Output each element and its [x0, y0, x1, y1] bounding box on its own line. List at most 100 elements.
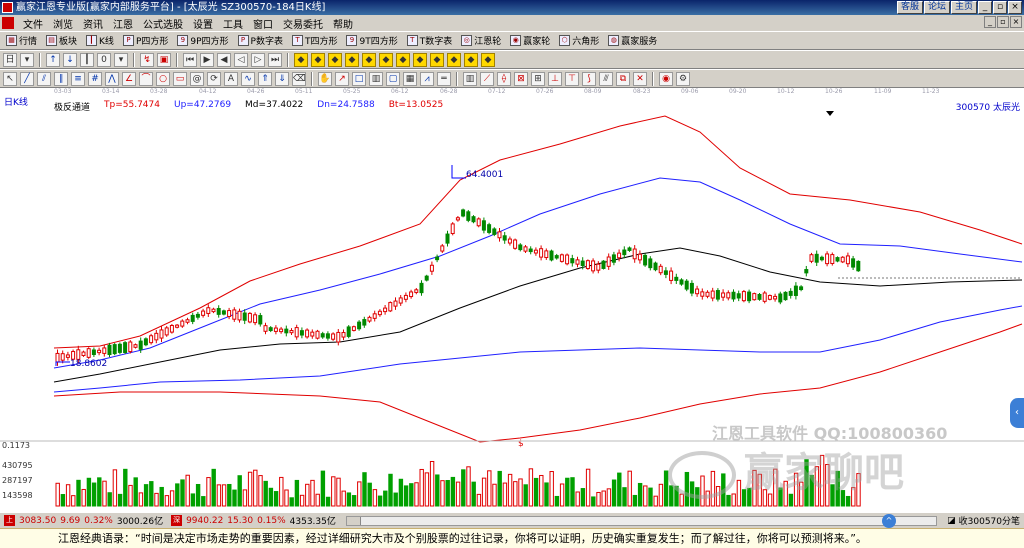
- homepage-button[interactable]: 主页: [950, 1, 977, 14]
- gann-box-icon[interactable]: ⊠: [514, 71, 528, 86]
- k-type-icon[interactable]: ┃: [80, 52, 94, 67]
- restore-icon[interactable]: ▫: [993, 1, 1007, 14]
- forum-button[interactable]: 论坛: [923, 1, 950, 14]
- square-icon[interactable]: □: [352, 71, 366, 86]
- fib-icon[interactable]: ≡: [71, 71, 85, 86]
- prev-icon[interactable]: ◀: [217, 52, 231, 67]
- right-icon[interactable]: ▷: [251, 52, 265, 67]
- parallel-icon[interactable]: ∥: [54, 71, 68, 86]
- rect-tool-icon[interactable]: ▭: [173, 71, 187, 86]
- diamond-icon-4[interactable]: ◆: [345, 52, 359, 67]
- day-select-icon[interactable]: 日: [3, 52, 17, 67]
- cursor-icon[interactable]: ↖: [3, 71, 17, 86]
- arrow-up-tool-icon[interactable]: ⇑: [258, 71, 272, 86]
- wave-icon[interactable]: ∿: [241, 71, 255, 86]
- settings-icon[interactable]: ⚙: [676, 71, 690, 86]
- swing-icon[interactable]: ↯: [140, 52, 154, 67]
- dropdown-icon-2[interactable]: ▾: [114, 52, 128, 67]
- fan-icon[interactable]: ⋀: [105, 71, 119, 86]
- tool-p-square[interactable]: P P四方形: [120, 34, 171, 47]
- tool-gann-wheel[interactable]: ◎ 江恩轮: [458, 34, 504, 47]
- side-expand-icon[interactable]: ‹: [1010, 398, 1024, 428]
- customer-service-button[interactable]: 客服: [896, 1, 923, 14]
- diamond-icon-1[interactable]: ◆: [294, 52, 308, 67]
- box-icon[interactable]: ▢: [386, 71, 400, 86]
- scrollbar-thumb[interactable]: [346, 516, 361, 525]
- tool-sector[interactable]: ▤ 板块: [43, 34, 80, 47]
- gann-fan-icon[interactable]: ⟠: [497, 71, 511, 86]
- circle-tool-icon[interactable]: ○: [156, 71, 170, 86]
- mdi-minimize-icon[interactable]: _: [984, 16, 996, 28]
- left-icon[interactable]: ◁: [234, 52, 248, 67]
- diamond-icon-3[interactable]: ◆: [328, 52, 342, 67]
- tool-t-table[interactable]: T T数字表: [404, 34, 456, 47]
- menu-window[interactable]: 窗口: [248, 16, 278, 31]
- diamond-icon-9[interactable]: ◆: [430, 52, 444, 67]
- gann-grid-icon[interactable]: ⊞: [531, 71, 545, 86]
- picture-icon[interactable]: ▣: [157, 52, 171, 67]
- diamond-icon-8[interactable]: ◆: [413, 52, 427, 67]
- zero-icon[interactable]: 0: [97, 52, 111, 67]
- bars-icon[interactable]: ▥: [463, 71, 477, 86]
- spiral-icon[interactable]: @: [190, 71, 204, 86]
- tool-t-square[interactable]: T T四方形: [289, 34, 341, 47]
- menu-formula[interactable]: 公式选股: [138, 16, 188, 31]
- diamond-icon-5[interactable]: ◆: [362, 52, 376, 67]
- horizontal-scrollbar[interactable]: [345, 515, 938, 526]
- target-icon[interactable]: ◉: [659, 71, 673, 86]
- zigzag-icon[interactable]: ⩘: [420, 71, 434, 86]
- menu-tools[interactable]: 工具: [218, 16, 248, 31]
- menu-browse[interactable]: 浏览: [48, 16, 78, 31]
- erase-icon[interactable]: ⌫: [292, 71, 306, 86]
- arc-icon[interactable]: ⌒: [139, 71, 153, 86]
- cross-icon[interactable]: ✕: [633, 71, 647, 86]
- ruler-icon[interactable]: ▥: [369, 71, 383, 86]
- tool-kline[interactable]: ┃ K线: [83, 34, 117, 47]
- tool-p-table[interactable]: P P数字表: [235, 34, 286, 47]
- channel-icon[interactable]: ⫽: [37, 71, 51, 86]
- menu-gann[interactable]: 江恩: [108, 16, 138, 31]
- tool-winner-wheel[interactable]: ◉ 赢家轮: [507, 34, 553, 47]
- square-cycle-icon[interactable]: ⧉: [616, 71, 630, 86]
- play-icon[interactable]: ▶: [200, 52, 214, 67]
- menu-settings[interactable]: 设置: [188, 16, 218, 31]
- sound-icon[interactable]: ◪: [947, 516, 956, 526]
- close-icon[interactable]: ×: [1008, 1, 1022, 14]
- time-cycle-icon[interactable]: ⊥: [548, 71, 562, 86]
- trend-icon[interactable]: ↗: [335, 71, 349, 86]
- first-icon[interactable]: ⏮: [183, 52, 197, 67]
- diamond-icon-10[interactable]: ◆: [447, 52, 461, 67]
- mdi-restore-icon[interactable]: ▫: [997, 16, 1009, 28]
- grid-tool-icon[interactable]: #: [88, 71, 102, 86]
- down-arrow-icon[interactable]: ↓: [63, 52, 77, 67]
- last-icon[interactable]: ⏭: [268, 52, 282, 67]
- diamond-icon-7[interactable]: ◆: [396, 52, 410, 67]
- menu-help[interactable]: 帮助: [328, 16, 358, 31]
- speed-line-icon[interactable]: ⫻: [599, 71, 613, 86]
- scroll-up-icon[interactable]: ^: [882, 514, 896, 528]
- hline-icon[interactable]: ═: [437, 71, 451, 86]
- menu-file[interactable]: 文件: [18, 16, 48, 31]
- table-icon[interactable]: ▦: [403, 71, 417, 86]
- line-tool-icon[interactable]: ╱: [20, 71, 34, 86]
- minimize-icon[interactable]: _: [978, 1, 992, 14]
- up-arrow-icon[interactable]: ↑: [46, 52, 60, 67]
- angle-icon[interactable]: ∠: [122, 71, 136, 86]
- menu-info[interactable]: 资讯: [78, 16, 108, 31]
- diamond-icon-11[interactable]: ◆: [464, 52, 478, 67]
- sz-index[interactable]: 深 9940.22 15.30 0.15% 4353.35亿: [167, 514, 340, 527]
- hand-icon[interactable]: ✋: [318, 71, 332, 86]
- diamond-icon-2[interactable]: ◆: [311, 52, 325, 67]
- gann-angle-icon[interactable]: ⟋: [480, 71, 494, 86]
- price-cycle-icon[interactable]: ⊤: [565, 71, 579, 86]
- tool-quote[interactable]: ▦ 行情: [3, 34, 40, 47]
- dropdown-icon[interactable]: ▾: [20, 52, 34, 67]
- sh-index[interactable]: 上 3083.50 9.69 0.32% 3000.26亿: [0, 514, 167, 527]
- text-tool-icon[interactable]: A: [224, 71, 238, 86]
- arrow-down-tool-icon[interactable]: ⇓: [275, 71, 289, 86]
- tool-9p-square[interactable]: 9 9P四方形: [174, 34, 231, 47]
- angle-fan-icon[interactable]: ⟆: [582, 71, 596, 86]
- menu-trade[interactable]: 交易委托: [278, 16, 328, 31]
- tool-9t-square[interactable]: 9 9T四方形: [343, 34, 400, 47]
- diamond-icon-12[interactable]: ◆: [481, 52, 495, 67]
